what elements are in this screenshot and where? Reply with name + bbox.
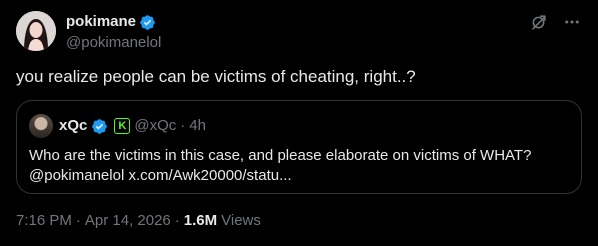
author-info: pokimane @pokimanelol	[66, 12, 161, 53]
quoted-author-handle[interactable]: @xQc	[134, 116, 176, 136]
tweet-top-actions	[528, 12, 582, 32]
author-display-name[interactable]: pokimane	[66, 12, 136, 32]
quoted-tweet-text: Who are the victims in this case, and pl…	[29, 146, 569, 186]
tweet-time[interactable]: 7:16 PM	[16, 211, 72, 231]
views-count[interactable]: 1.6M	[184, 211, 217, 231]
author-avatar[interactable]	[16, 11, 56, 51]
tweet-meta: 7:16 PM · Apr 14, 2026 · 1.6M Views	[16, 211, 261, 231]
separator-dot: ·	[75, 212, 81, 229]
quoted-author-avatar[interactable]	[29, 114, 53, 138]
quoted-author-name[interactable]: xQc	[59, 116, 87, 136]
quoted-tweet-header: xQc K @xQc · 4h	[29, 114, 206, 138]
more-icon[interactable]	[562, 12, 582, 32]
verified-badge-icon	[92, 118, 108, 134]
quoted-tweet[interactable]: xQc K @xQc · 4h Who are the victims in t…	[16, 100, 582, 194]
user-avatar-icon	[16, 11, 56, 51]
grok-icon[interactable]	[528, 12, 548, 32]
quoted-tweet-text-line: @pokimanelol x.com/Awk20000/statu...	[29, 167, 292, 184]
quoted-tweet-time[interactable]: 4h	[189, 116, 206, 136]
author-handle[interactable]: @pokimanelol	[66, 33, 161, 53]
verified-badge-icon	[140, 14, 155, 30]
quoted-tweet-text-line: Who are the victims in this case, and pl…	[29, 147, 532, 164]
views-label: Views	[221, 212, 261, 229]
separator-dot: ·	[174, 212, 180, 229]
author-name-row: pokimane	[66, 12, 161, 32]
tweet-date[interactable]: Apr 14, 2026	[85, 211, 171, 231]
tweet-text: you realize people can be victims of che…	[16, 67, 416, 86]
separator-dot: ·	[180, 117, 186, 134]
tweet-card: pokimane @pokimanelol you realize people…	[0, 0, 598, 246]
kick-affiliate-badge-icon: K	[114, 118, 131, 134]
